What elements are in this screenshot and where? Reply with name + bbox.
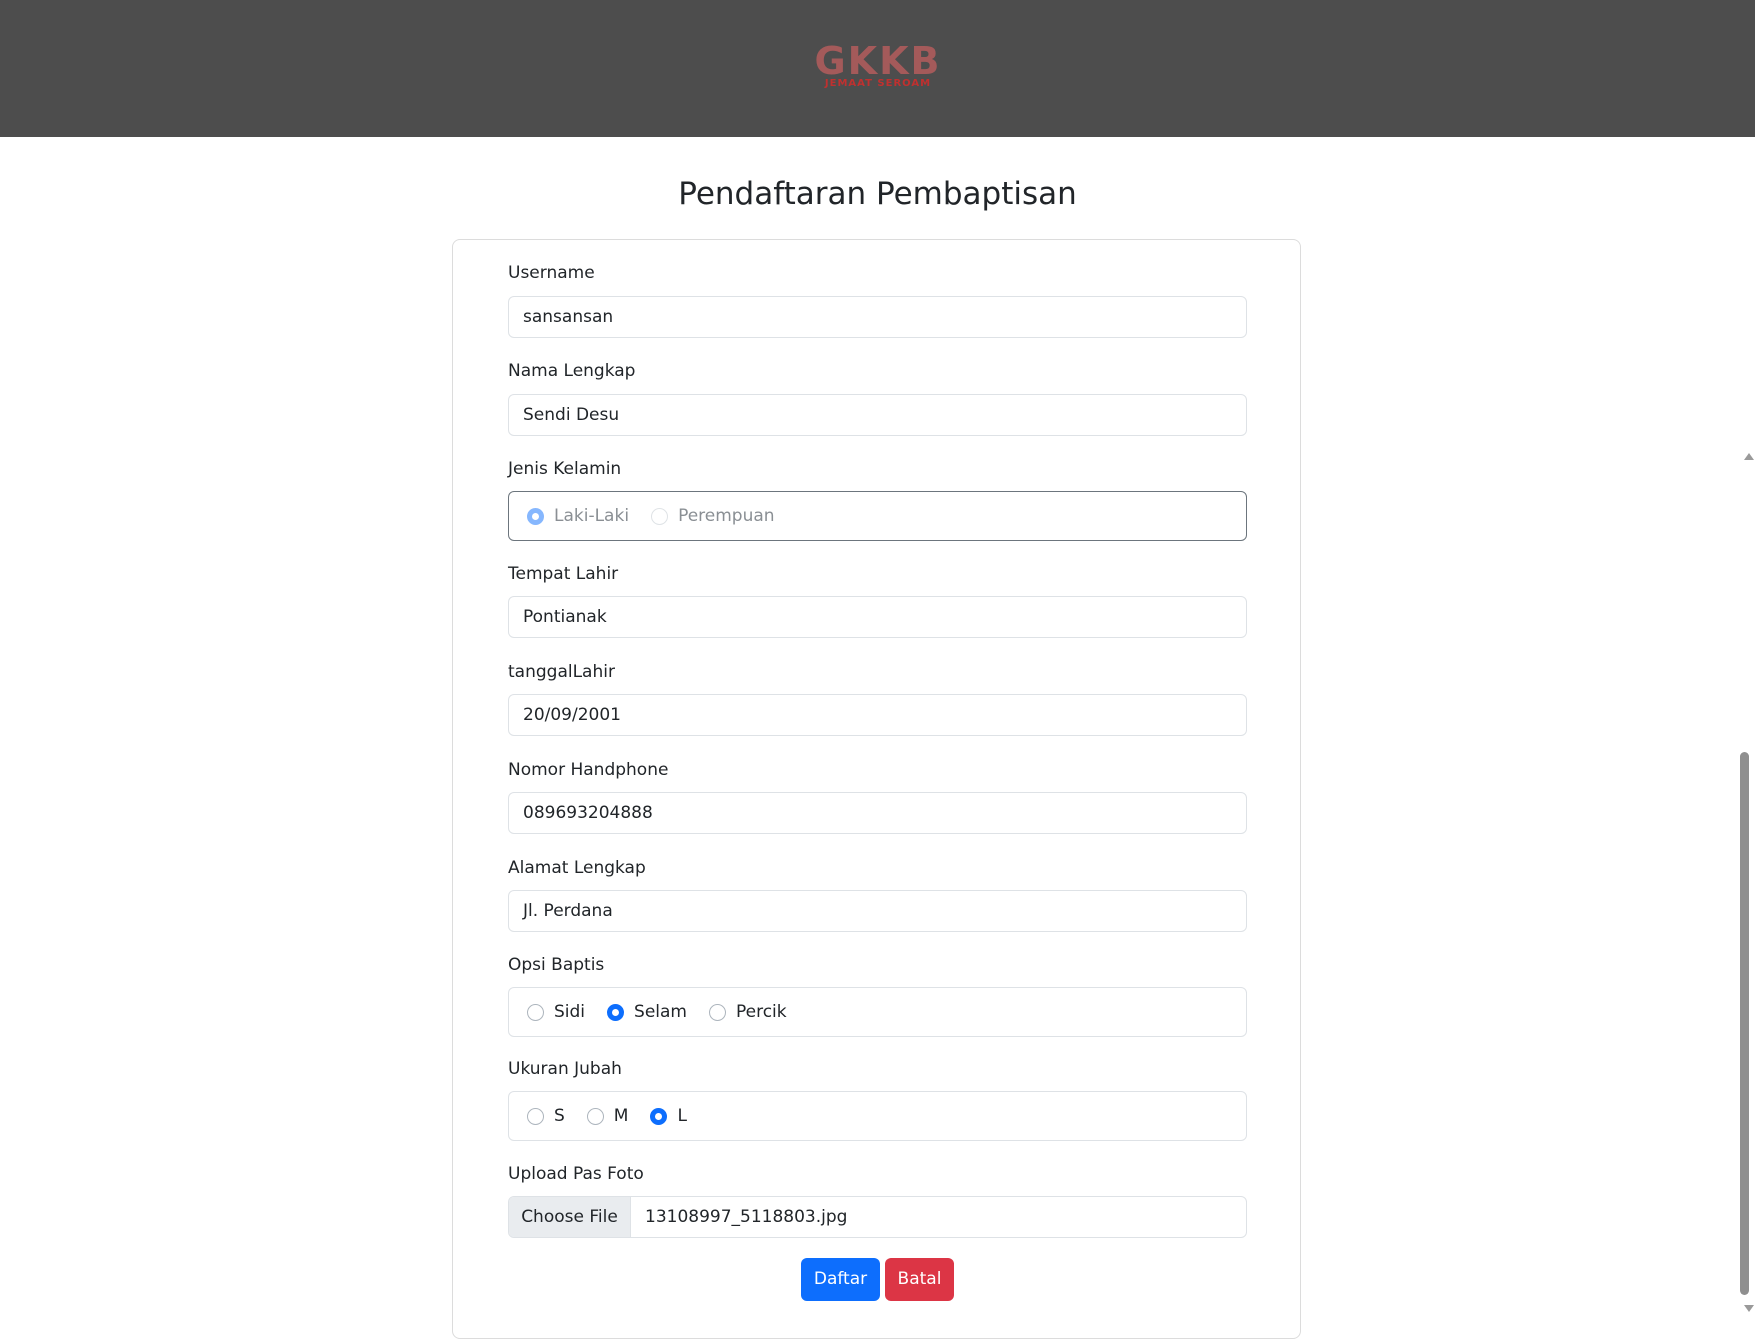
robe-size-label: Ukuran Jubah [508,1059,622,1079]
phone-input[interactable]: 089693204888 [508,792,1247,834]
submit-button[interactable]: Daftar [801,1258,880,1301]
top-header: GKKB JEMAAT SEROAM [0,0,1755,137]
gender-label: Jenis Kelamin [508,459,622,479]
baptism-option-text: Sidi [554,1002,586,1022]
username-label: Username [508,263,595,283]
radio-button-checked[interactable] [607,1003,625,1021]
baptism-option-selam[interactable]: Selam [607,1002,687,1022]
scroll-up-arrow-icon[interactable] [1744,453,1754,460]
full-name-label: Nama Lengkap [508,361,636,381]
radio-button[interactable] [586,1107,604,1125]
phone-label: Nomor Handphone [508,760,669,780]
robe-size-option-m[interactable]: M [586,1106,629,1126]
gender-radio-group: Laki-Laki Perempuan [508,491,1247,541]
address-label: Alamat Lengkap [508,858,646,878]
radio-button[interactable] [651,507,669,525]
radio-button[interactable] [527,1107,544,1125]
robe-size-option-text: S [554,1106,565,1126]
radio-button-checked[interactable] [527,507,544,525]
baptism-option-sidi[interactable]: Sidi [527,1002,585,1022]
logo-text: GKKB [814,39,942,83]
baptism-radio-group: Sidi Selam Percik [508,987,1247,1037]
radio-button[interactable] [527,1003,544,1021]
gender-option-male[interactable]: Laki-Laki [527,506,629,526]
choose-file-button[interactable]: Choose File [509,1197,631,1237]
gender-option-label: Perempuan [678,506,775,526]
scrollbar-thumb[interactable] [1740,752,1749,1295]
radio-button-checked[interactable] [650,1107,668,1125]
robe-size-radio-group: S M L [508,1091,1247,1141]
scroll-down-arrow-icon[interactable] [1744,1305,1754,1312]
baptism-option-label: Opsi Baptis [508,955,605,975]
page-title: Pendaftaran Pembaptisan [678,176,1077,212]
robe-size-option-text: L [677,1106,687,1126]
logo-subtext: JEMAAT SEROAM [824,78,932,89]
photo-file-input[interactable]: Choose File 13108997_5118803.jpg [508,1196,1247,1238]
baptism-option-text: Percik [735,1002,787,1022]
robe-size-option-l[interactable]: L [650,1106,687,1126]
radio-button[interactable] [708,1003,726,1021]
birthdate-label: tanggalLahir [508,662,615,682]
baptism-option-text: Selam [634,1002,687,1022]
username-input[interactable]: sansansan [508,296,1247,338]
church-logo[interactable]: GKKB JEMAAT SEROAM [813,40,943,95]
birthplace-label: Tempat Lahir [508,564,619,584]
cancel-button[interactable]: Batal [885,1258,954,1301]
gender-option-female[interactable]: Perempuan [651,506,775,526]
robe-size-option-text: M [613,1106,629,1126]
address-input[interactable]: Jl. Perdana [508,890,1247,932]
birthplace-input[interactable]: Pontianak [508,596,1247,638]
robe-size-option-s[interactable]: S [527,1106,565,1126]
selected-file-name: 13108997_5118803.jpg [645,1207,848,1227]
photo-upload-label: Upload Pas Foto [508,1164,644,1184]
baptism-option-percik[interactable]: Percik [708,1002,787,1022]
gender-option-label: Laki-Laki [554,506,630,526]
full-name-input[interactable]: Sendi Desu [508,394,1247,436]
birthdate-input[interactable]: 20/09/2001 [508,694,1247,736]
